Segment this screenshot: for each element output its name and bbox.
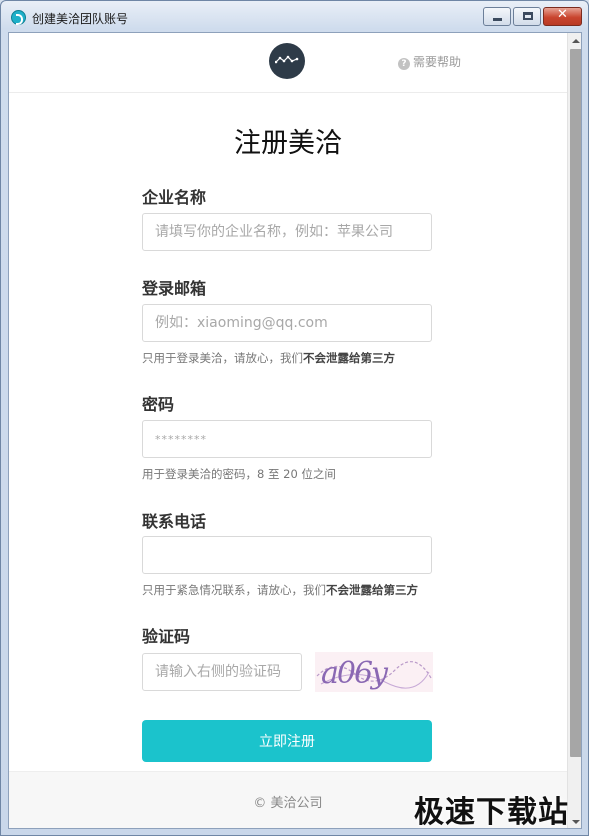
captcha-graphic: a06y: [316, 656, 432, 691]
scroll-up-icon[interactable]: [568, 33, 581, 49]
email-hint-bold: 不会泄露给第三方: [303, 351, 395, 365]
scroll-down-icon[interactable]: [568, 814, 581, 828]
captcha-label: 验证码: [142, 627, 191, 646]
minimize-icon: [493, 18, 502, 21]
close-button[interactable]: ✕: [543, 7, 582, 26]
meiqia-logo-icon[interactable]: [269, 43, 305, 79]
phone-hint: 只用于紧急情况联系，请放心，我们不会泄露给第三方: [142, 582, 418, 598]
minimize-button[interactable]: [483, 7, 511, 26]
company-name-input[interactable]: [142, 213, 432, 251]
title-bar[interactable]: 创建美洽团队账号 ✕: [1, 1, 588, 33]
email-label: 登录邮箱: [142, 279, 207, 298]
email-hint-text: 只用于登录美洽，请放心，我们: [142, 351, 303, 365]
scrollbar-thumb[interactable]: [570, 49, 581, 757]
company-label: 企业名称: [142, 188, 207, 207]
phone-hint-text: 只用于紧急情况联系，请放心，我们: [142, 583, 326, 597]
captcha-text: a06y: [321, 656, 389, 691]
help-link[interactable]: ? 需要帮助: [398, 53, 461, 70]
phone-input[interactable]: [142, 536, 432, 574]
email-hint: 只用于登录美洽，请放心，我们不会泄露给第三方: [142, 350, 395, 366]
captcha-input[interactable]: [142, 653, 302, 691]
phone-hint-bold: 不会泄露给第三方: [326, 583, 418, 597]
vertical-scrollbar[interactable]: [567, 33, 581, 828]
email-input[interactable]: [142, 304, 432, 342]
maximize-icon: [523, 12, 533, 20]
page-content: ?需要帮助 注册美洽 企业名称 登录邮箱 只用于登录美洽，请放心，我们不会泄露给…: [8, 32, 582, 829]
close-icon: ✕: [557, 7, 568, 22]
captcha-image[interactable]: a06y: [315, 652, 433, 692]
password-hint: 用于登录美洽的密码，8 至 20 位之间: [142, 467, 336, 481]
page-header: ? 需要帮助: [9, 33, 567, 93]
app-logo-icon: [11, 10, 26, 25]
register-button[interactable]: 立即注册: [142, 720, 432, 762]
window-title: 创建美洽团队账号: [32, 12, 129, 26]
help-label: 需要帮助: [413, 55, 462, 69]
maximize-button[interactable]: [513, 7, 541, 26]
app-window: 创建美洽团队账号 ✕ ? 需要帮助 注册美洽 企业名称 请填写你的企业名称，例如…: [0, 0, 589, 836]
password-input[interactable]: [142, 420, 432, 458]
logo-wave-icon: [275, 55, 299, 64]
question-circle-icon: ?: [398, 58, 410, 70]
watermark-logo: 极速下载站: [414, 795, 569, 830]
phone-label: 联系电话: [142, 512, 207, 531]
page-title: 注册美洽: [234, 128, 342, 159]
password-label: 密码: [142, 395, 175, 414]
